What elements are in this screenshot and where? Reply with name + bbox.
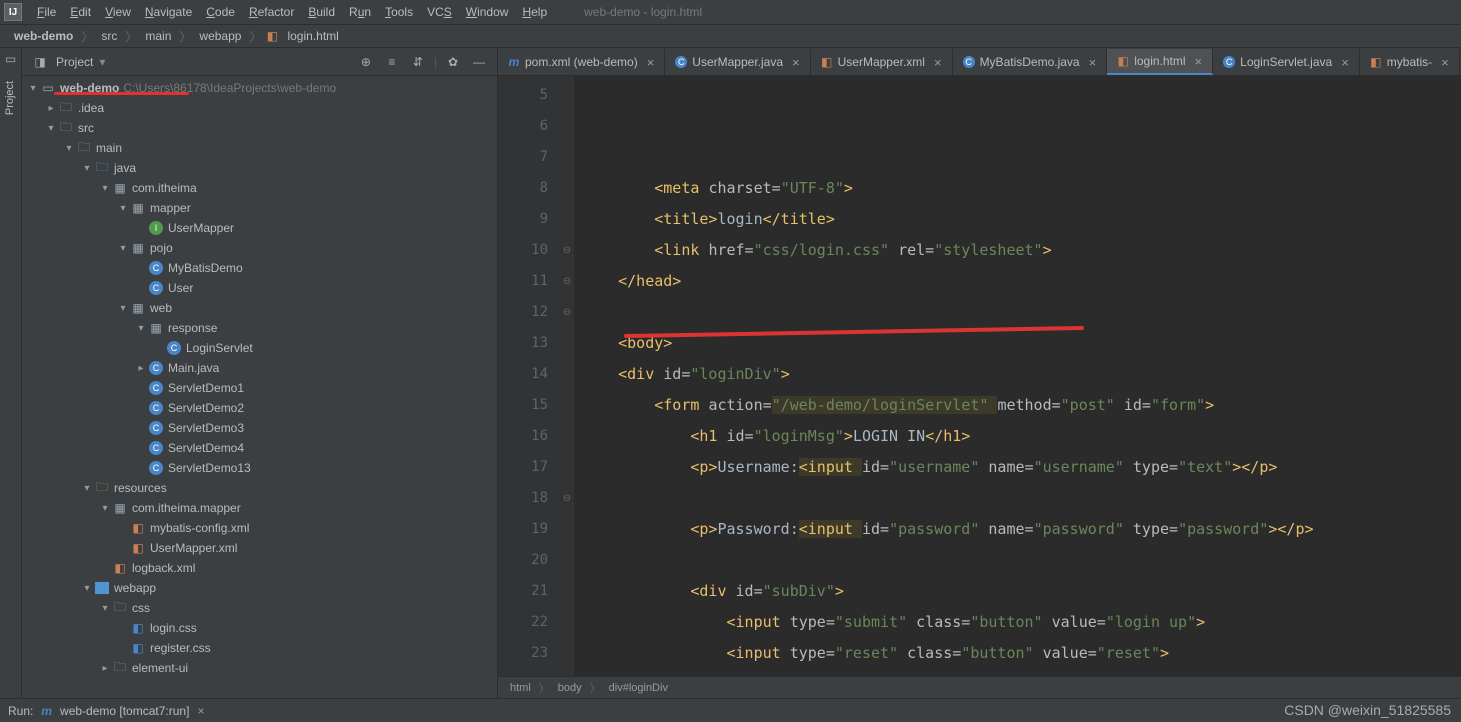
gear-icon[interactable]: ✿ xyxy=(443,52,463,72)
sidebar-title: Project xyxy=(56,55,93,69)
hide-icon[interactable]: — xyxy=(469,52,489,72)
tree-item-servletdemo1[interactable]: CServletDemo1 xyxy=(22,378,497,398)
menu-tools[interactable]: Tools xyxy=(378,5,420,19)
tree-item-mybatis-config-xml[interactable]: ◧mybatis-config.xml xyxy=(22,518,497,538)
line-gutter[interactable]: 567891011121314151617181920212223 xyxy=(498,76,560,676)
tree-item-com-itheima-mapper[interactable]: ▾▦com.itheima.mapper xyxy=(22,498,497,518)
tree-item-main[interactable]: ▾🗀main xyxy=(22,138,497,158)
tab-usermapper-xml[interactable]: ◧UserMapper.xml× xyxy=(811,49,953,75)
tab-mybatis-[interactable]: ◧mybatis-× xyxy=(1360,49,1460,75)
menu-code[interactable]: Code xyxy=(199,5,242,19)
close-run-icon[interactable]: × xyxy=(197,704,204,718)
tree-item-src[interactable]: ▾🗀src xyxy=(22,118,497,138)
html-icon: ◧ xyxy=(265,29,279,43)
menu-build[interactable]: Build xyxy=(301,5,342,19)
menu-vcs[interactable]: VCS xyxy=(420,5,459,19)
window-title: web-demo - login.html xyxy=(584,5,702,19)
sidebar-icon: ◨ xyxy=(30,52,50,72)
tree-item-servletdemo4[interactable]: CServletDemo4 xyxy=(22,438,497,458)
tree-item-css[interactable]: ▾🗀css xyxy=(22,598,497,618)
tree-item-login-css[interactable]: ◧login.css xyxy=(22,618,497,638)
tree-item-mapper[interactable]: ▾▦mapper xyxy=(22,198,497,218)
crumb-project[interactable]: web-demo xyxy=(10,29,77,43)
menu-help[interactable]: Help xyxy=(515,5,554,19)
run-config[interactable]: web-demo [tomcat7:run] xyxy=(60,704,189,718)
menu-bar: IJ File Edit View Navigate Code Refactor… xyxy=(0,0,1461,24)
tree-item-servletdemo3[interactable]: CServletDemo3 xyxy=(22,418,497,438)
tree-item-usermapper-xml[interactable]: ◧UserMapper.xml xyxy=(22,538,497,558)
tree-item-register-css[interactable]: ◧register.css xyxy=(22,638,497,658)
left-tool-strip: ▭ Project xyxy=(0,48,22,698)
folder-icon[interactable]: ▭ xyxy=(5,52,16,66)
menu-refactor[interactable]: Refactor xyxy=(242,5,301,19)
target-icon[interactable]: ⊕ xyxy=(356,52,376,72)
project-tree[interactable]: ▾▭web-demoC:\Users\86178\IdeaProjects\we… xyxy=(22,76,497,698)
app-logo: IJ xyxy=(4,3,22,21)
project-sidebar: ◨ Project ▾ ⊕ ≡ ⇵ | ✿ — ▾▭web-demoC:\Use… xyxy=(22,48,498,698)
tree-item--idea[interactable]: ▸🗀.idea xyxy=(22,98,497,118)
menu-navigate[interactable]: Navigate xyxy=(138,5,199,19)
crumb-src[interactable]: src xyxy=(97,29,121,43)
collapse-icon[interactable]: ≡ xyxy=(382,52,402,72)
menu-file[interactable]: File xyxy=(30,5,63,19)
tree-item-mybatisdemo[interactable]: CMyBatisDemo xyxy=(22,258,497,278)
run-config-icon: m xyxy=(41,704,52,718)
tree-item-pojo[interactable]: ▾▦pojo xyxy=(22,238,497,258)
menu-run[interactable]: Run xyxy=(342,5,378,19)
editor-tabs: mpom.xml (web-demo)×CUserMapper.java×◧Us… xyxy=(498,48,1461,76)
watermark: CSDN @weixin_51825585 xyxy=(1284,702,1451,718)
code-content[interactable]: <meta charset="UTF-8"> <title>login</tit… xyxy=(574,76,1461,676)
crumb-webapp[interactable]: webapp xyxy=(195,29,245,43)
bc-div[interactable]: div#loginDiv xyxy=(605,682,672,694)
menu-window[interactable]: Window xyxy=(459,5,516,19)
editor-area: mpom.xml (web-demo)×CUserMapper.java×◧Us… xyxy=(498,48,1461,698)
bc-html[interactable]: html xyxy=(506,682,535,694)
tab-mybatisdemo-java[interactable]: CMyBatisDemo.java× xyxy=(953,49,1108,75)
tree-item-web[interactable]: ▾▦web xyxy=(22,298,497,318)
bc-body[interactable]: body xyxy=(554,682,586,694)
tree-item-java[interactable]: ▾🗀java xyxy=(22,158,497,178)
menu-view[interactable]: View xyxy=(98,5,138,19)
tab-login-html[interactable]: ◧login.html× xyxy=(1107,49,1213,75)
tab-usermapper-java[interactable]: CUserMapper.java× xyxy=(665,49,810,75)
run-bar: Run: m web-demo [tomcat7:run] × xyxy=(0,698,1461,722)
editor-breadcrumb: html〉 body〉 div#loginDiv xyxy=(498,676,1461,698)
tree-item-response[interactable]: ▾▦response xyxy=(22,318,497,338)
tree-item-servletdemo13[interactable]: CServletDemo13 xyxy=(22,458,497,478)
annotation-red-underline xyxy=(54,92,189,95)
nav-breadcrumb: web-demo〉 src〉 main〉 webapp〉 ◧ login.htm… xyxy=(0,24,1461,48)
tree-item-element-ui[interactable]: ▸🗀element-ui xyxy=(22,658,497,678)
tree-item-logback-xml[interactable]: ◧logback.xml xyxy=(22,558,497,578)
tree-item-usermapper[interactable]: IUserMapper xyxy=(22,218,497,238)
tree-item-com-itheima[interactable]: ▾▦com.itheima xyxy=(22,178,497,198)
tab-pom-xml-web-demo-[interactable]: mpom.xml (web-demo)× xyxy=(498,49,665,75)
menu-edit[interactable]: Edit xyxy=(63,5,98,19)
run-label: Run: xyxy=(8,704,33,718)
tab-loginservlet-java[interactable]: CLoginServlet.java× xyxy=(1213,49,1360,75)
crumb-main[interactable]: main xyxy=(141,29,175,43)
tree-item-main-java[interactable]: ▸CMain.java xyxy=(22,358,497,378)
tree-item-webapp[interactable]: ▾webapp xyxy=(22,578,497,598)
dropdown-icon[interactable]: ▾ xyxy=(99,55,105,69)
crumb-file[interactable]: login.html xyxy=(283,29,342,43)
tree-item-servletdemo2[interactable]: CServletDemo2 xyxy=(22,398,497,418)
expand-icon[interactable]: ⇵ xyxy=(408,52,428,72)
fold-gutter[interactable]: ⊖⊖⊖⊖ xyxy=(560,76,574,676)
tree-item-loginservlet[interactable]: CLoginServlet xyxy=(22,338,497,358)
tree-item-user[interactable]: CUser xyxy=(22,278,497,298)
main-area: ▭ Project ◨ Project ▾ ⊕ ≡ ⇵ | ✿ — ▾▭web-… xyxy=(0,48,1461,698)
tree-item-resources[interactable]: ▾🗀resources xyxy=(22,478,497,498)
project-tool-label[interactable]: Project xyxy=(5,81,17,115)
